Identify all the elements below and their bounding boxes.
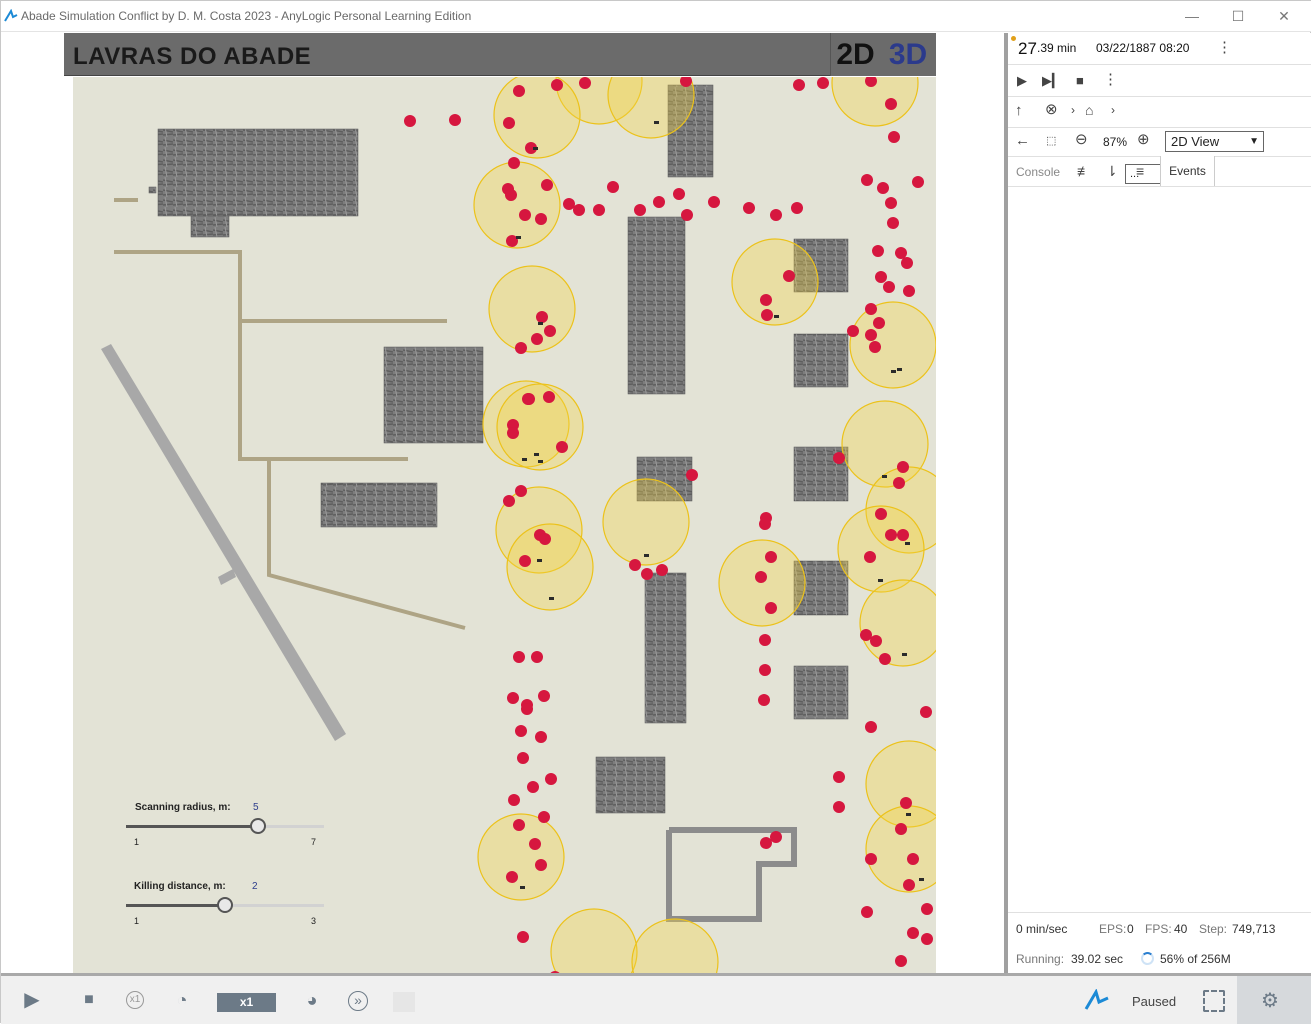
settings-gear-icon: ⚙ <box>1261 990 1279 1012</box>
killing-distance-min: 1 <box>134 916 140 926</box>
zoom-out-icon[interactable]: ⊖ <box>1075 132 1088 148</box>
model-header: LAVRAS DO ABADE 2D 3D <box>64 33 936 76</box>
window-title: Abade Simulation Conflict by D. M. Costa… <box>21 9 472 23</box>
killing-distance-max: 3 <box>311 916 317 926</box>
killing-distance-fill <box>126 904 225 907</box>
wrap-icon[interactable]: ≡ <box>1136 163 1144 179</box>
view-row: ← ⬚ ⊖ 87% ⊕ 2D View ▼ <box>1008 128 1311 157</box>
scanning-radius-fill <box>126 825 258 828</box>
scan-circles <box>473 77 936 973</box>
x1-reset-icon[interactable]: x1 <box>123 976 147 1024</box>
navigation-row: ↑ ⊗ › ⌂ › ...▼ <box>1008 97 1311 184</box>
model-time-decimals: .39 min <box>1037 41 1077 55</box>
clear-selection-icon[interactable]: ⊗ <box>1045 102 1058 118</box>
road-spur <box>218 569 236 585</box>
enclosure-outline <box>666 827 797 922</box>
model-date: 03/22/1887 08:20 <box>1096 41 1190 55</box>
placeholder-button[interactable] <box>393 992 415 1012</box>
view-3d-button[interactable]: 3D <box>880 33 936 76</box>
stats-row-2: Running: 39.02 sec 56% of 256M <box>1008 942 1311 973</box>
breadcrumb-chevron-icon: › <box>1071 103 1075 117</box>
fullscreen-icon[interactable] <box>1203 990 1225 1012</box>
eps-value: 0 <box>1127 922 1134 936</box>
minimize-button[interactable]: — <box>1169 1 1215 32</box>
status-label: Paused <box>1132 994 1177 1009</box>
events-log <box>1008 187 1311 912</box>
developer-panel: 27 .39 min 03/22/1887 08:20 ⋮ ▶ ▶▎ ■ ⋮ ↑… <box>1008 33 1311 973</box>
step-icon[interactable]: ▶▎ <box>1042 73 1062 89</box>
stats-row-1: 0 min/sec EPS: 0 FPS: 40 Step: 749,713 <box>1008 912 1311 942</box>
fps-label: FPS: <box>1145 922 1172 936</box>
slow-down-icon[interactable]: ◔ <box>169 976 195 1024</box>
map-graphics <box>101 77 936 973</box>
simulation-canvas[interactable]: LAVRAS DO ABADE 2D 3D Scanning radius, m… <box>1 33 1004 973</box>
scanning-radius-knob[interactable] <box>250 818 266 834</box>
anylogic-logo-icon <box>1084 989 1109 1010</box>
back-arrow-icon[interactable]: ← <box>1015 133 1030 149</box>
view-select[interactable]: 2D View ▼ <box>1165 131 1264 152</box>
road <box>101 344 346 741</box>
sim-speed: 0 min/sec <box>1016 922 1068 936</box>
bottom-toolbar: ▶ ■ x1 ◔ x1 ◕ » Paused ⚙ <box>1 973 1311 1024</box>
page-title: LAVRAS DO ABADE <box>73 43 312 70</box>
more-icon[interactable]: ⋮ <box>1217 40 1232 56</box>
play-icon[interactable]: ▶ <box>19 976 45 1024</box>
fps-value: 40 <box>1174 922 1188 936</box>
running-value: 39.02 sec <box>1071 952 1124 966</box>
run-more-icon[interactable]: ⋮ <box>1103 72 1118 88</box>
status-dot-icon <box>1011 36 1016 41</box>
step-label: Step: <box>1199 922 1228 936</box>
home-icon[interactable]: ⌂ <box>1085 102 1093 118</box>
chevron-down-icon: ▼ <box>1249 136 1259 147</box>
speed-indicator: x1 <box>217 993 276 1012</box>
scanning-radius-slider[interactable] <box>126 818 324 834</box>
map-view[interactable]: Scanning radius, m: 5 1 7 Killing distan… <box>73 77 936 973</box>
eps-label: EPS: <box>1099 922 1127 936</box>
killing-distance-value: 2 <box>252 881 258 892</box>
scanning-radius-min: 1 <box>134 837 140 847</box>
speed-up-icon[interactable]: ◕ <box>299 976 325 1024</box>
maximize-button[interactable]: ☐ <box>1215 1 1261 32</box>
tab-events[interactable]: Events <box>1160 156 1215 186</box>
killing-distance-slider[interactable] <box>126 897 324 913</box>
app-window: Abade Simulation Conflict by D. M. Costa… <box>0 0 1311 1024</box>
up-arrow-icon[interactable]: ↑ <box>1015 103 1023 119</box>
killing-distance-knob[interactable] <box>217 897 233 913</box>
view-2d-button[interactable]: 2D <box>830 33 880 76</box>
breadcrumb-chevron-icon: › <box>1111 103 1115 117</box>
run-controls-row: ▶ ▶▎ ■ ⋮ <box>1008 65 1311 97</box>
tab-console[interactable]: Console <box>1016 165 1060 179</box>
title-bar: Abade Simulation Conflict by D. M. Costa… <box>1 1 1311 32</box>
zoom-level: 87% <box>1103 135 1128 149</box>
memory-usage: 56% of 256M <box>1160 952 1231 966</box>
anylogic-logo-icon <box>4 9 18 22</box>
stop-icon[interactable]: ■ <box>78 976 100 1024</box>
sort-icon[interactable]: ⇂ <box>1106 163 1118 179</box>
stop-icon[interactable]: ■ <box>1076 73 1084 89</box>
running-label: Running: <box>1016 952 1065 966</box>
time-row: 27 .39 min 03/22/1887 08:20 ⋮ <box>1008 33 1311 65</box>
play-icon[interactable]: ▶ <box>1017 73 1027 89</box>
scanning-radius-label: Scanning radius, m: <box>135 802 231 813</box>
zoom-fit-icon[interactable]: ⬚ <box>1046 133 1056 149</box>
memory-spinner-icon <box>1141 952 1154 965</box>
console-tabs-row: Console ≢ ⇂ ≡ Events <box>1008 156 1311 187</box>
zoom-in-icon[interactable]: ⊕ <box>1137 132 1150 148</box>
model-time-value: 27 <box>1018 39 1037 58</box>
scanning-radius-max: 7 <box>311 837 317 847</box>
settings-button[interactable]: ⚙ <box>1237 976 1311 1024</box>
clear-console-icon[interactable]: ≢ <box>1077 163 1091 179</box>
step-value: 749,713 <box>1232 922 1276 936</box>
killing-distance-label: Killing distance, m: <box>134 881 226 892</box>
scanning-radius-value: 5 <box>253 802 259 813</box>
close-button[interactable]: ✕ <box>1261 1 1307 32</box>
fast-forward-icon[interactable]: » <box>345 976 371 1024</box>
